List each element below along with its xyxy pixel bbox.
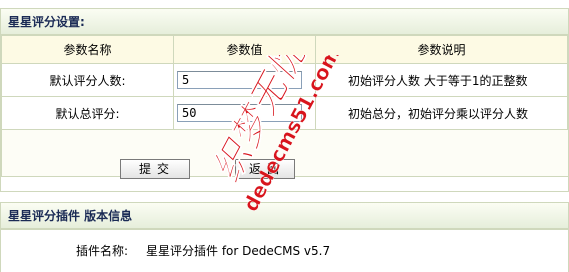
table-header-row: 参数名称 参数值 参数说明 xyxy=(1,35,568,64)
settings-panel: 星星评分设置: 参数名称 参数值 参数说明 默认评分人数: 初始评分人数 大于等… xyxy=(0,8,569,192)
row-label-default-count: 默认评分人数: xyxy=(1,63,174,97)
default-count-input[interactable] xyxy=(177,71,302,89)
table-row: 默认评分人数: 初始评分人数 大于等于1的正整数 xyxy=(1,63,568,97)
settings-title: 星星评分设置: xyxy=(1,9,568,35)
plugin-name-label: 插件名称: xyxy=(76,244,129,258)
table-row: 默认总评分: 初始总分，初始评分乘以评分人数 xyxy=(1,96,568,130)
plugin-info-panel: 星星评分插件 版本信息 插件名称: 星星评分插件 for DedeCMS v5.… xyxy=(0,202,569,272)
row-desc-default-total: 初始总分，初始评分乘以评分人数 xyxy=(315,96,568,130)
settings-table: 参数名称 参数值 参数说明 默认评分人数: 初始评分人数 大于等于1的正整数 默… xyxy=(1,35,568,177)
plugin-info-title: 星星评分插件 版本信息 xyxy=(1,203,568,229)
header-param-name: 参数名称 xyxy=(1,35,174,64)
default-total-input[interactable] xyxy=(177,104,302,122)
submit-button[interactable]: 提交 xyxy=(120,159,190,179)
row-label-default-total: 默认总评分: xyxy=(1,96,174,130)
row-desc-default-count: 初始评分人数 大于等于1的正整数 xyxy=(315,63,568,97)
plugin-name-value: 星星评分插件 for DedeCMS v5.7 xyxy=(146,244,331,258)
header-param-value: 参数值 xyxy=(173,35,316,64)
header-param-desc: 参数说明 xyxy=(315,35,568,64)
back-button[interactable]: 返回 xyxy=(235,159,295,179)
